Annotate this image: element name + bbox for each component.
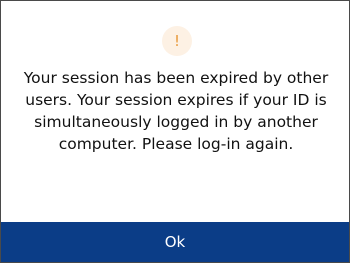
ok-button[interactable]: Ok bbox=[1, 222, 349, 262]
dialog-message: Your session has been expired by other u… bbox=[23, 69, 329, 153]
session-expired-dialog: ! Your session has been expired by other… bbox=[0, 0, 350, 263]
warning-icon: ! bbox=[162, 26, 192, 56]
exclamation-mark: ! bbox=[173, 31, 180, 50]
